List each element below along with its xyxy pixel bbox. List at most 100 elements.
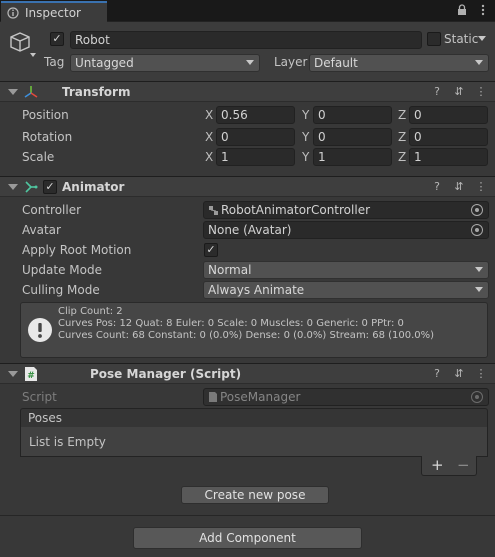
object-picker-icon <box>471 391 483 403</box>
info-clip-count: Clip Count: 2 <box>58 306 123 317</box>
poses-list-body: List is Empty <box>20 427 488 457</box>
apply-root-motion-label: Apply Root Motion <box>22 243 132 257</box>
rotation-x-field[interactable]: 0 <box>216 128 295 146</box>
chevron-down-icon <box>475 287 483 292</box>
scale-z-field[interactable]: 1 <box>409 148 488 166</box>
more-menu-icon[interactable]: ⋮ <box>475 368 487 380</box>
tab-tools <box>456 4 489 16</box>
rotation-x-label[interactable]: X <box>205 130 213 144</box>
foldout-arrow-icon[interactable] <box>8 89 18 95</box>
transform-header[interactable]: Transform ? ⇵ ⋮ <box>0 81 495 102</box>
controller-value: RobotAnimatorController <box>221 203 371 217</box>
object-picker-icon[interactable] <box>471 224 483 236</box>
pose-manager-header[interactable]: # Pose Manager (Script) ? ⇵ ⋮ <box>0 363 495 384</box>
transform-axes-icon <box>24 86 38 98</box>
tag-value: Untagged <box>75 56 134 70</box>
script-file-icon <box>209 392 217 402</box>
help-icon[interactable]: ? <box>431 86 443 98</box>
animator-enabled-checkbox[interactable]: ✓ <box>43 180 57 194</box>
update-mode-label: Update Mode <box>22 263 102 277</box>
chevron-down-icon <box>475 60 483 65</box>
inspector-tab-bar: Inspector <box>0 0 495 22</box>
layer-dropdown[interactable]: Default <box>309 54 489 72</box>
poses-list-footer: + − <box>421 456 477 476</box>
create-new-pose-button[interactable]: Create new pose <box>181 486 329 504</box>
culling-mode-label: Culling Mode <box>22 283 100 297</box>
scale-x-label[interactable]: X <box>205 150 213 164</box>
more-menu-icon[interactable] <box>477 4 489 16</box>
add-component-button[interactable]: Add Component <box>133 527 362 549</box>
layer-value: Default <box>314 56 358 70</box>
divider <box>0 515 495 516</box>
animator-title: Animator <box>62 180 125 194</box>
apply-root-motion-checkbox[interactable]: ✓ <box>204 243 218 257</box>
rotation-label: Rotation <box>22 130 73 144</box>
inspector-tab[interactable]: Inspector <box>1 1 107 22</box>
animator-controller-icon <box>209 206 218 215</box>
foldout-arrow-icon[interactable] <box>8 371 18 377</box>
tag-label: Tag <box>44 55 65 69</box>
pose-manager-header-tools: ? ⇵ ⋮ <box>431 368 487 380</box>
update-mode-dropdown[interactable]: Normal <box>203 261 489 279</box>
animator-header-tools: ? ⇵ ⋮ <box>431 181 487 193</box>
more-menu-icon[interactable]: ⋮ <box>475 181 487 193</box>
tab-title: Inspector <box>25 6 81 20</box>
scale-y-field[interactable]: 1 <box>313 148 392 166</box>
poses-list-empty: List is Empty <box>29 435 106 449</box>
avatar-value: None (Avatar) <box>208 223 292 237</box>
animator-icon <box>25 181 38 193</box>
presets-icon[interactable]: ⇵ <box>453 86 465 98</box>
rotation-z-label[interactable]: Z <box>398 130 406 144</box>
help-icon[interactable]: ? <box>431 181 443 193</box>
chevron-down-icon <box>246 60 254 65</box>
poses-list-title: Poses <box>28 411 63 425</box>
gameobject-cube-icon[interactable] <box>8 30 38 58</box>
culling-mode-value: Always Animate <box>208 283 305 297</box>
position-label: Position <box>22 108 69 122</box>
more-menu-icon[interactable]: ⋮ <box>475 86 487 98</box>
culling-mode-dropdown[interactable]: Always Animate <box>203 281 489 299</box>
static-dropdown[interactable] <box>477 31 491 49</box>
chevron-down-icon <box>478 36 486 41</box>
info-curves-count: Curves Count: 68 Constant: 0 (0.0%) Dens… <box>58 330 435 341</box>
controller-label: Controller <box>22 203 82 217</box>
object-name-field[interactable]: Robot <box>70 31 422 49</box>
scale-z-label[interactable]: Z <box>398 150 406 164</box>
scale-label: Scale <box>22 150 55 164</box>
position-z-label[interactable]: Z <box>398 108 406 122</box>
position-x-label[interactable]: X <box>205 108 213 122</box>
pose-manager-title: Pose Manager (Script) <box>90 367 242 381</box>
position-y-field[interactable]: 0 <box>313 106 392 124</box>
remove-item-button[interactable]: − <box>457 456 470 474</box>
transform-title: Transform <box>62 85 131 99</box>
chevron-down-icon <box>475 267 483 272</box>
active-checkbox[interactable]: ✓ <box>50 32 64 46</box>
info-circle-icon <box>28 318 52 342</box>
animator-header[interactable]: ✓ Animator ? ⇵ ⋮ <box>0 176 495 197</box>
rotation-y-field[interactable]: 0 <box>313 128 392 146</box>
static-checkbox[interactable] <box>427 32 441 46</box>
scale-x-field[interactable]: 1 <box>216 148 295 166</box>
layer-label: Layer <box>274 55 308 69</box>
tag-dropdown[interactable]: Untagged <box>70 54 260 72</box>
avatar-field[interactable]: None (Avatar) <box>203 221 489 239</box>
position-z-field[interactable]: 0 <box>409 106 488 124</box>
lock-icon[interactable] <box>456 4 468 16</box>
presets-icon[interactable]: ⇵ <box>453 181 465 193</box>
presets-icon[interactable]: ⇵ <box>453 368 465 380</box>
rotation-y-label[interactable]: Y <box>302 130 309 144</box>
rotation-z-field[interactable]: 0 <box>409 128 488 146</box>
object-picker-icon[interactable] <box>471 204 483 216</box>
scale-y-label[interactable]: Y <box>302 150 309 164</box>
controller-field[interactable]: RobotAnimatorController <box>203 201 489 219</box>
help-icon[interactable]: ? <box>431 368 443 380</box>
object-header: ✓ Robot Static Tag Untagged Layer Defaul… <box>0 22 495 82</box>
add-item-button[interactable]: + <box>431 456 444 474</box>
svg-text:#: # <box>27 371 35 381</box>
position-y-label[interactable]: Y <box>302 108 309 122</box>
static-label: Static <box>444 32 479 46</box>
update-mode-value: Normal <box>208 263 252 277</box>
position-x-field[interactable]: 0.56 <box>216 106 295 124</box>
foldout-arrow-icon[interactable] <box>8 184 18 190</box>
animator-info-box: Clip Count: 2 Curves Pos: 12 Quat: 8 Eul… <box>20 302 488 358</box>
